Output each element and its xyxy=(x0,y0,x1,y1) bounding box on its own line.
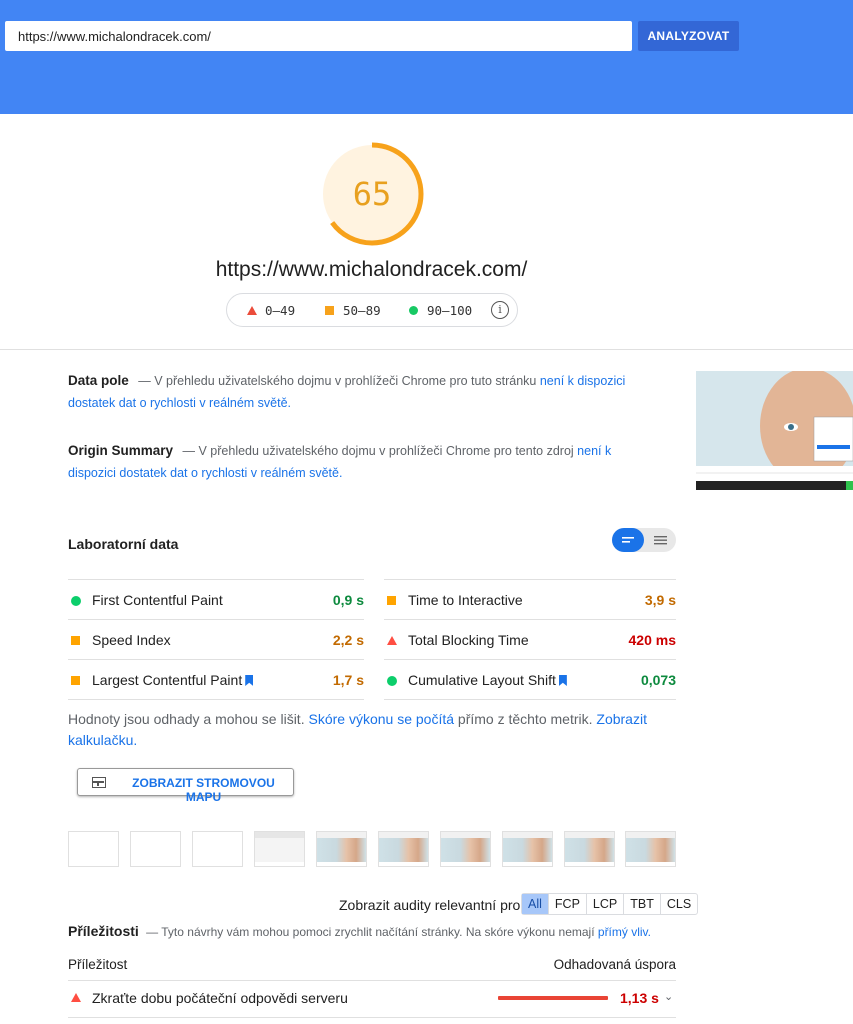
lines-icon xyxy=(622,537,634,543)
expanded-view-icon[interactable] xyxy=(644,528,676,552)
legend-pass: 90–100 xyxy=(409,303,472,318)
top-bar xyxy=(0,0,853,114)
analyze-button[interactable]: ANALYZOVAT xyxy=(638,21,739,51)
score-calculation-link[interactable]: Skóre výkonu se počítá xyxy=(308,711,454,727)
chevron-down-icon[interactable]: ⌄ xyxy=(664,990,673,1003)
metric-lcp: Largest Contentful Paint 1,7 s xyxy=(68,659,364,700)
opportunities-title: Příležitosti xyxy=(68,923,139,939)
treemap-button[interactable]: ZOBRAZIT STROMOVOU MAPU xyxy=(77,768,294,804)
filmstrip-frame xyxy=(440,831,491,867)
origin-summary-text: — V přehledu uživatelského dojmu v prohl… xyxy=(182,444,574,458)
compact-view-button[interactable] xyxy=(612,528,644,552)
metric-cls: Cumulative Layout Shift 0,073 xyxy=(384,659,676,700)
lab-data-title: Laboratorní data xyxy=(68,536,179,552)
field-data-text: — V přehledu uživatelského dojmu v prohl… xyxy=(138,374,537,388)
bookmark-icon xyxy=(245,675,254,686)
filmstrip-frame xyxy=(502,831,553,867)
origin-summary-title: Origin Summary xyxy=(68,443,174,458)
metrics-view-toggle[interactable] xyxy=(612,528,676,552)
average-icon xyxy=(71,676,80,685)
average-icon xyxy=(387,596,396,605)
treemap-icon xyxy=(92,777,106,788)
audit-filter-chips: All FCP LCP TBT CLS xyxy=(521,893,699,915)
field-data-title: Data pole xyxy=(68,373,129,388)
filter-chip-lcp[interactable]: LCP xyxy=(587,894,625,914)
filmstrip-frame xyxy=(130,831,181,867)
opportunities-column-header: Příležitost Odhadovaná úspora xyxy=(68,955,676,981)
metric-speed-index: Speed Index 2,2 s xyxy=(68,619,364,659)
field-data-section: Data pole — V přehledu uživatelského doj… xyxy=(68,370,628,414)
filter-chip-tbt[interactable]: TBT xyxy=(624,894,661,914)
metrics-note: Hodnoty jsou odhady a mohou se lišit. Sk… xyxy=(68,711,647,748)
fail-icon xyxy=(71,993,81,1002)
info-icon[interactable]: i xyxy=(491,301,509,319)
bookmark-icon xyxy=(558,675,567,686)
opportunities-header: Příležitosti — Tyto návrhy vám mohou pom… xyxy=(68,923,651,939)
score-legend: 0–49 50–89 90–100 i xyxy=(226,293,518,327)
metric-fcp: First Contentful Paint 0,9 s xyxy=(68,579,364,619)
opportunity-row[interactable]: Zkraťte dobu počáteční odpovědi serveru … xyxy=(68,982,676,1018)
filter-chip-fcp[interactable]: FCP xyxy=(549,894,587,914)
fail-icon xyxy=(387,636,397,645)
filmstrip-frame xyxy=(564,831,615,867)
url-input[interactable] xyxy=(5,21,632,51)
filmstrip-frame xyxy=(378,831,429,867)
average-icon xyxy=(71,636,80,645)
filmstrip-frame xyxy=(625,831,676,867)
triangle-icon xyxy=(247,306,257,315)
filmstrip-frame xyxy=(254,831,305,867)
pass-icon xyxy=(71,596,81,606)
filmstrip-frame xyxy=(68,831,119,867)
metric-tti: Time to Interactive 3,9 s xyxy=(384,579,676,619)
opportunities-link[interactable]: přímý vliv. xyxy=(598,925,651,939)
page-url: https://www.michalondracek.com/ xyxy=(215,258,528,281)
origin-summary-section: Origin Summary — V přehledu uživatelskéh… xyxy=(68,440,628,484)
circle-icon xyxy=(409,306,418,315)
performance-score: 65 xyxy=(352,175,392,213)
metric-tbt: Total Blocking Time 420 ms xyxy=(384,619,676,659)
filter-chip-cls[interactable]: CLS xyxy=(661,894,697,914)
savings-bar xyxy=(498,996,608,1000)
legend-average: 50–89 xyxy=(325,303,381,318)
filter-chip-all[interactable]: All xyxy=(522,894,549,914)
legend-fail: 0–49 xyxy=(247,303,295,318)
square-icon xyxy=(325,306,334,315)
filmstrip-frame xyxy=(192,831,243,867)
filmstrip-frame xyxy=(316,831,367,867)
pass-icon xyxy=(387,676,397,686)
page-screenshot-thumbnail xyxy=(696,371,853,490)
divider xyxy=(0,349,853,350)
